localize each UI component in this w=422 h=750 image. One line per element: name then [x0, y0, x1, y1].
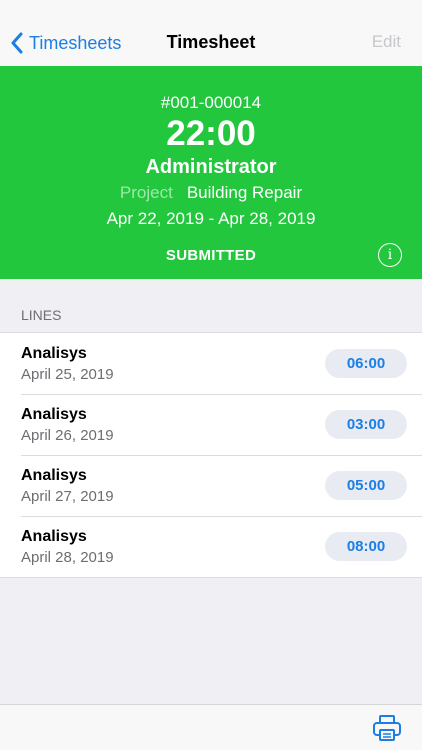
navigation-bar: Timesheets Timesheet Edit: [0, 0, 422, 66]
user-name: Administrator: [145, 156, 277, 178]
total-hours: 22:00: [166, 114, 256, 153]
list-item[interactable]: Analisys April 26, 2019 03:00: [0, 394, 422, 455]
timesheet-number: #001-000014: [160, 93, 262, 112]
project-row: Project Building Repair: [0, 183, 422, 203]
line-hours-badge: 03:00: [325, 410, 407, 439]
lines-list: Analisys April 25, 2019 06:00 Analisys A…: [0, 332, 422, 578]
line-hours-badge: 08:00: [325, 532, 407, 561]
lines-section-title: LINES: [21, 307, 62, 323]
page-title: Timesheet: [166, 32, 256, 52]
list-item[interactable]: Analisys April 27, 2019 05:00: [0, 455, 422, 516]
timesheet-screen: Timesheets Timesheet Edit #001-000014 22…: [0, 0, 422, 750]
line-date: April 27, 2019: [21, 488, 114, 505]
line-name: Analisys: [21, 345, 87, 362]
line-name: Analisys: [21, 406, 87, 423]
info-icon[interactable]: i: [378, 243, 402, 267]
list-item[interactable]: Analisys April 25, 2019 06:00: [0, 333, 422, 394]
line-hours-badge: 06:00: [325, 349, 407, 378]
line-date: April 26, 2019: [21, 427, 114, 444]
line-name: Analisys: [21, 528, 87, 545]
status-badge: SUBMITTED: [165, 247, 257, 264]
project-value: Building Repair: [186, 183, 303, 202]
list-item[interactable]: Analisys April 28, 2019 08:00: [0, 516, 422, 577]
timesheet-summary-header: #001-000014 22:00 Administrator Project B…: [0, 66, 422, 279]
printer-icon: [373, 715, 401, 741]
edit-button[interactable]: Edit: [372, 32, 401, 52]
line-name: Analisys: [21, 467, 87, 484]
line-date: April 25, 2019: [21, 366, 114, 383]
line-date: April 28, 2019: [21, 549, 114, 566]
project-label: Project: [119, 183, 173, 202]
bottom-toolbar: [0, 704, 422, 750]
line-hours-badge: 05:00: [325, 471, 407, 500]
date-range: Apr 22, 2019 - Apr 28, 2019: [106, 209, 316, 228]
print-button[interactable]: [372, 714, 402, 742]
